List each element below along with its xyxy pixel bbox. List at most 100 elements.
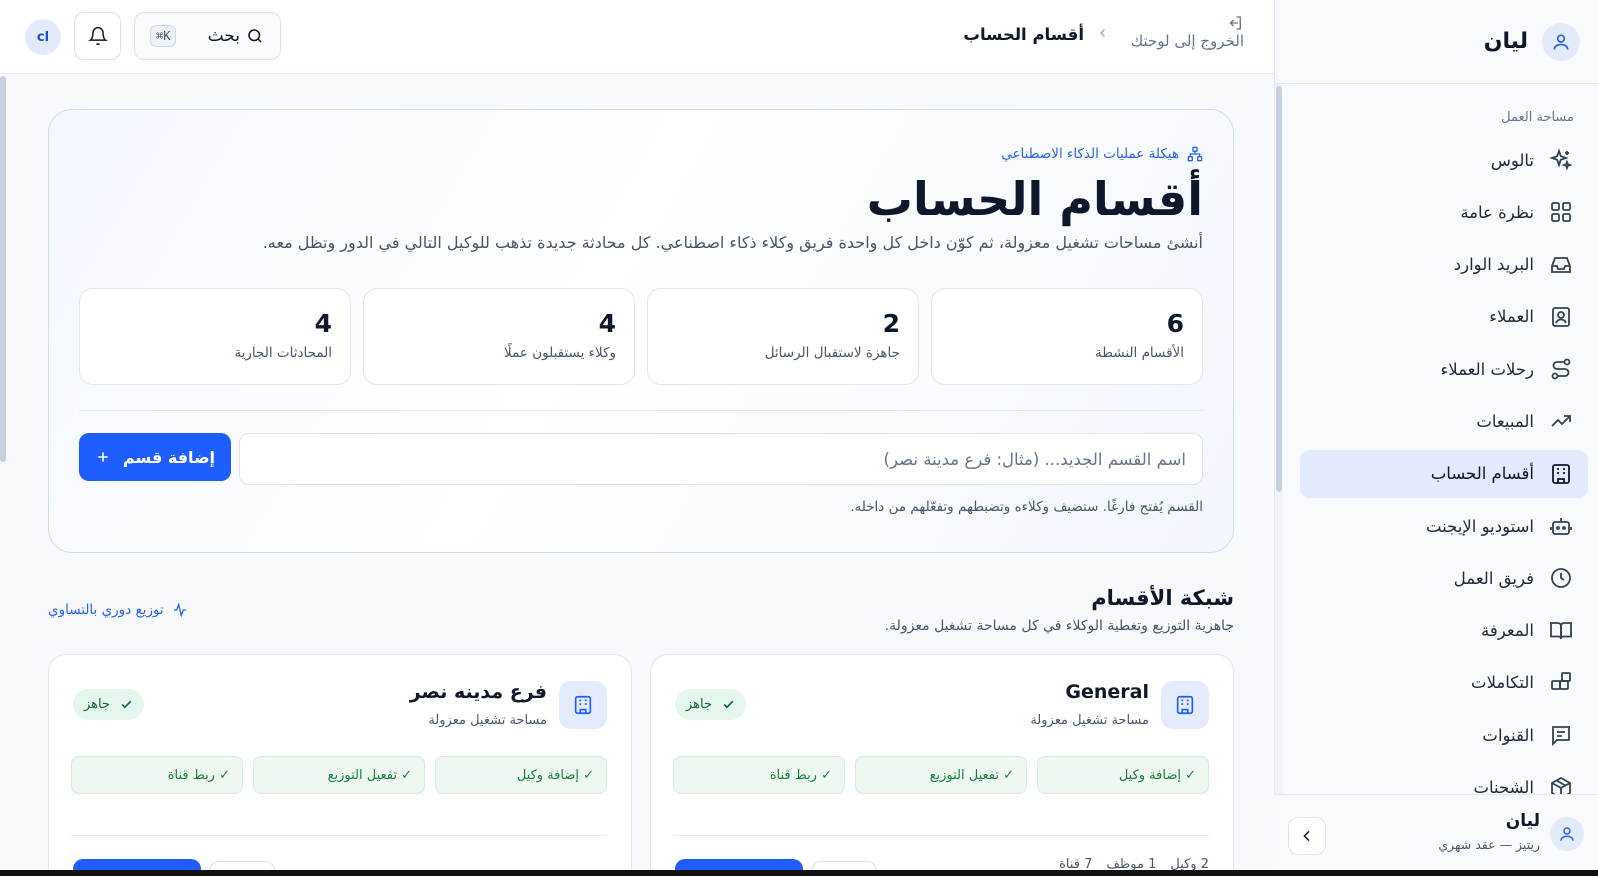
- grid-icon: [1548, 199, 1574, 225]
- sidebar-item-channels[interactable]: القنوات: [1300, 711, 1588, 759]
- sidebar-footer: ليان ريتيز — عقد شهري: [1274, 794, 1598, 876]
- building-icon: [1548, 461, 1574, 487]
- sidebar-item-label: العملاء: [1489, 307, 1534, 327]
- exit-to-dashboard-link[interactable]: الخروج إلى لوحتك: [1124, 14, 1244, 50]
- sidebar-section-label: مساحة العمل: [1501, 110, 1574, 125]
- book-icon: [1548, 618, 1574, 644]
- account-avatar[interactable]: [1550, 817, 1584, 851]
- user-icon: [1560, 827, 1574, 841]
- section-name: فرع مدينه نصر: [409, 681, 547, 703]
- check-icon: [723, 700, 734, 709]
- building-icon: [1161, 681, 1209, 729]
- sidebar-item-journeys[interactable]: رحلات العملاء: [1300, 345, 1588, 393]
- chevron-left-icon: [1097, 27, 1109, 43]
- search-icon: [248, 29, 262, 43]
- status-badge: جاهز: [73, 689, 144, 720]
- sidebar-item-label: تالوس: [1490, 150, 1534, 170]
- stat-value: 6: [1166, 309, 1184, 338]
- divider: [79, 410, 1203, 411]
- sidebar-item-team[interactable]: فريق العمل: [1300, 554, 1588, 602]
- collapse-sidebar-button[interactable]: [1288, 817, 1326, 855]
- notifications-button[interactable]: [74, 12, 121, 60]
- divider: [71, 835, 607, 836]
- stats-row: 6 الأقسام النشطة 2 جاهزة لاستقبال الرسائ…: [79, 288, 1203, 385]
- sidebar-item-customers[interactable]: العملاء: [1300, 293, 1588, 341]
- setup-steps: ✓ إضافة وكيل ✓ تفعيل التوزيع ✓ ربط قناة: [71, 756, 607, 794]
- main-content: هيكلة عمليات الذكاء الاصطناعي أقسام الحس…: [0, 74, 1274, 876]
- search-button[interactable]: بحث K⌘: [134, 12, 281, 60]
- app-root: ليان مساحة العمل تالوس نظرة عامة البريد …: [0, 0, 1598, 876]
- stat-label: وكلاء يستقبلون عملًا: [504, 345, 616, 361]
- add-section-label: إضافة قسم: [123, 447, 216, 467]
- sidebar-item-label: التكاملات: [1471, 673, 1534, 693]
- stat-value: 4: [314, 309, 332, 338]
- sidebar-item-label: استوديو الإيجنت: [1425, 516, 1534, 536]
- setup-step: ✓ ربط قناة: [673, 756, 845, 794]
- add-section-button[interactable]: إضافة قسم: [79, 433, 231, 481]
- stat-value: 4: [598, 309, 616, 338]
- stat-card: 2 جاهزة لاستقبال الرسائل: [647, 288, 919, 385]
- main-scrollbar-thumb[interactable]: [0, 76, 6, 462]
- setup-steps: ✓ إضافة وكيل ✓ تفعيل التوزيع ✓ ربط قناة: [673, 756, 1209, 794]
- stat-label: جاهزة لاستقبال الرسائل: [764, 345, 900, 361]
- setup-step: ✓ تفعيل التوزيع: [855, 756, 1027, 794]
- bell-icon: [87, 26, 108, 46]
- sidebar-item-knowledge[interactable]: المعرفة: [1300, 607, 1588, 655]
- search-label: بحث: [207, 26, 240, 46]
- status-label: جاهز: [685, 697, 713, 712]
- stat-card: 4 وكلاء يستقبلون عملًا: [363, 288, 635, 385]
- contact-icon: [1548, 304, 1574, 330]
- sidebar-scrollbar[interactable]: [1275, 84, 1283, 794]
- check-icon: [121, 700, 132, 709]
- message-square-icon: [1548, 722, 1574, 748]
- bot-icon: [1548, 513, 1574, 539]
- section-card[interactable]: General مساحة تشغيل معزولة جاهز ✓ إضافة …: [650, 654, 1234, 876]
- breadcrumb-current: أقسام الحساب: [963, 25, 1084, 44]
- sidebar-item-integrations[interactable]: التكاملات: [1300, 659, 1588, 707]
- section-card[interactable]: فرع مدينه نصر مساحة تشغيل معزولة جاهز ✓ …: [48, 654, 632, 876]
- account-name: ليان: [1505, 811, 1540, 831]
- network-icon: [1187, 146, 1203, 162]
- setup-step: ✓ ربط قناة: [71, 756, 243, 794]
- sparkles-icon: [1548, 147, 1574, 173]
- hint-text: القسم يُفتح فارغًا. ستضيف وكلاءه وتضبطهم…: [850, 499, 1203, 515]
- sidebar-item-label: البريد الوارد: [1453, 255, 1534, 275]
- section-name-input[interactable]: [239, 433, 1203, 485]
- sidebar-item-account-sections[interactable]: أقسام الحساب: [1300, 449, 1588, 498]
- user-avatar[interactable]: cl: [25, 19, 61, 55]
- stat-value: 2: [882, 309, 900, 338]
- sidebar-item-label: أقسام الحساب: [1430, 464, 1534, 484]
- exit-label: الخروج إلى لوحتك: [1130, 32, 1244, 50]
- sidebar-item-inbox[interactable]: البريد الوارد: [1300, 241, 1588, 289]
- blocks-icon: [1548, 670, 1574, 696]
- grid-subtitle: جاهزية التوزيع وتغطية الوكلاء في كل مساح…: [884, 618, 1234, 634]
- sidebar-item-label: رحلات العملاء: [1440, 359, 1534, 379]
- divider: [673, 835, 1209, 836]
- sidebar-scroll-thumb[interactable]: [1276, 86, 1282, 492]
- section-kind: مساحة تشغيل معزولة: [1030, 713, 1149, 728]
- status-badge: جاهز: [675, 689, 746, 720]
- building-icon: [559, 681, 607, 729]
- eyebrow-label: هيكلة عمليات الذكاء الاصطناعي: [1001, 146, 1179, 162]
- sidebar-item-label: المبيعات: [1476, 411, 1534, 431]
- sidebar-item-overview[interactable]: نظرة عامة: [1300, 188, 1588, 236]
- page-title: أقسام الحساب: [866, 172, 1203, 226]
- search-shortcut: K⌘: [150, 25, 177, 47]
- window-bottom-edge: [0, 870, 1598, 876]
- round-robin-indicator[interactable]: توزيع دوري بالتساوي: [48, 602, 188, 618]
- section-name: General: [1065, 681, 1149, 703]
- page-description: أنشئ مساحات تشغيل معزولة، ثم كوّن داخل ك…: [262, 233, 1203, 252]
- route-icon: [1548, 356, 1574, 382]
- inbox-icon: [1548, 252, 1574, 278]
- workspace-avatar[interactable]: [1542, 22, 1580, 61]
- trend-up-icon: [1548, 408, 1574, 434]
- sidebar-item-talos[interactable]: تالوس: [1300, 136, 1588, 184]
- user-icon: [1553, 34, 1569, 50]
- sidebar-item-sales[interactable]: المبيعات: [1300, 397, 1588, 445]
- sidebar-item-agent-studio[interactable]: استوديو الإيجنت: [1300, 502, 1588, 550]
- sidebar-item-label: القنوات: [1482, 725, 1534, 745]
- sidebar-item-label: المعرفة: [1481, 621, 1534, 641]
- status-label: جاهز: [83, 697, 111, 712]
- clock-icon: [1548, 565, 1574, 591]
- section-kind: مساحة تشغيل معزولة: [428, 713, 547, 728]
